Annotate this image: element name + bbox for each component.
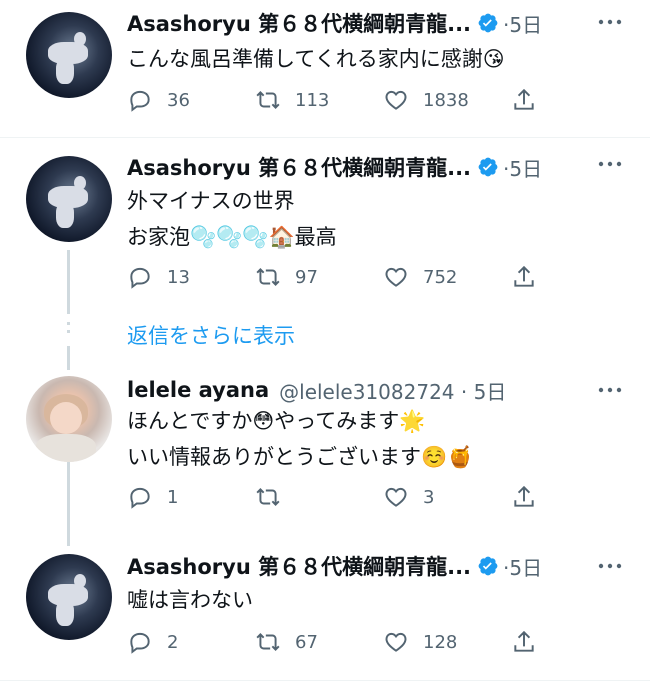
display-name[interactable]: Asashoryu 第６８代横綱朝青龍... (127, 8, 471, 38)
retweet-icon (256, 488, 280, 506)
share-button[interactable] (511, 85, 537, 115)
tweet-text: 嘘は言わない (127, 582, 253, 618)
timestamp[interactable]: ·5日 (503, 153, 542, 182)
reply-button[interactable]: 36 (127, 85, 190, 115)
share-icon (514, 485, 534, 507)
more-horizontal-icon[interactable] (596, 556, 624, 576)
tweet-header: Asashoryu 第６８代横綱朝青龍... ·5日 (127, 7, 542, 39)
show-more-replies-link[interactable]: 返信をさらに表示 (127, 320, 295, 350)
retweet-button[interactable]: 97 (255, 262, 318, 292)
retweet-button[interactable] (255, 482, 295, 512)
tweet-actions: 1 3 (127, 482, 547, 512)
avatar[interactable] (26, 156, 112, 242)
display-name[interactable]: Asashoryu 第６８代横綱朝青龍... (127, 551, 471, 581)
reply-count: 36 (167, 89, 190, 111)
share-icon (514, 630, 534, 652)
tweet-header: lelele ayana @lelele31082724 · 5日 (127, 374, 506, 406)
tweet-header: Asashoryu 第６８代横綱朝青龍... ·5日 (127, 550, 542, 582)
share-button[interactable] (511, 262, 537, 292)
retweet-icon (256, 268, 280, 286)
heart-icon (385, 90, 407, 110)
tweet-text: ほんとですか😳やってみます🌟 いい情報ありがとうございます☺️🍯 (127, 403, 473, 475)
tweet-header: Asashoryu 第６８代横綱朝青龍... ·5日 (127, 151, 542, 183)
tweet-text: 外マイナスの世界 お家泡🫧🫧🫧🏠最高 (127, 183, 337, 255)
tweet-line: いい情報ありがとうございます☺️🍯 (127, 445, 474, 469)
more-horizontal-icon[interactable] (596, 154, 624, 174)
verified-badge-icon (478, 13, 498, 33)
share-button[interactable] (511, 482, 537, 512)
like-button[interactable]: 128 (383, 627, 457, 657)
reply-icon (130, 90, 150, 112)
display-name[interactable]: Asashoryu 第６８代横綱朝青龍... (127, 152, 471, 182)
tweet[interactable]: Asashoryu 第６８代横綱朝青龍... ·5日 嘘は言わない 2 67 1… (0, 546, 650, 676)
like-count: 3 (423, 486, 435, 508)
retweet-count: 113 (295, 89, 330, 111)
tweet-divider (0, 680, 650, 681)
tweet-line: ほんとですか😳やってみます🌟 (127, 409, 426, 433)
retweet-count: 97 (295, 266, 318, 288)
more-horizontal-icon[interactable] (596, 380, 624, 400)
reply-button[interactable]: 1 (127, 482, 178, 512)
retweet-button[interactable]: 113 (255, 85, 329, 115)
reply-icon (130, 487, 150, 509)
tweet-line: お家泡🫧🫧🫧🏠最高 (127, 225, 337, 249)
retweet-button[interactable]: 67 (255, 627, 318, 657)
avatar[interactable] (26, 554, 112, 640)
tweet[interactable]: Asashoryu 第６８代横綱朝青龍... ·5日 外マイナスの世界 お家泡🫧… (0, 138, 650, 298)
tweet-actions: 2 67 128 (127, 627, 547, 657)
retweet-icon (256, 633, 280, 651)
verified-badge-icon (478, 157, 498, 177)
thread-line (67, 250, 70, 314)
share-icon (514, 88, 534, 110)
tweet-line: 嘘は言わない (127, 588, 253, 612)
thread-dots (67, 322, 70, 338)
reply-count: 1 (167, 486, 179, 508)
handle-and-timestamp[interactable]: @lelele31082724 · 5日 (279, 376, 506, 405)
like-button[interactable]: 752 (383, 262, 457, 292)
tweet-line: 外マイナスの世界 (127, 189, 295, 213)
more-horizontal-icon[interactable] (596, 12, 624, 32)
avatar[interactable] (26, 376, 112, 462)
timestamp[interactable]: ·5日 (503, 552, 542, 581)
like-count: 752 (423, 266, 458, 288)
reply-icon (130, 632, 150, 654)
reply-count: 13 (167, 266, 190, 288)
tweet[interactable]: Asashoryu 第６８代横綱朝青龍... ·5日 こんな風呂準備してくれる家… (0, 0, 650, 136)
thread-line (67, 346, 70, 370)
retweet-count: 67 (295, 631, 318, 653)
like-button[interactable]: 3 (383, 482, 434, 512)
heart-icon (385, 267, 407, 287)
reply-icon (130, 267, 150, 289)
tweet-actions: 36 113 1838 (127, 85, 547, 115)
heart-icon (385, 487, 407, 507)
display-name[interactable]: lelele ayana (127, 378, 269, 402)
verified-badge-icon (478, 556, 498, 576)
tweet-line: こんな風呂準備してくれる家内に感謝😘 (127, 47, 505, 71)
thread-line (67, 462, 70, 546)
reply-button[interactable]: 13 (127, 262, 190, 292)
like-count: 128 (423, 631, 458, 653)
reply-button[interactable]: 2 (127, 627, 178, 657)
timestamp[interactable]: ·5日 (503, 9, 542, 38)
avatar-shoulders (36, 434, 96, 462)
avatar-face (50, 402, 82, 434)
share-icon (514, 265, 534, 287)
tweet[interactable]: lelele ayana @lelele31082724 · 5日 ほんとですか… (0, 370, 650, 540)
share-button[interactable] (511, 627, 537, 657)
retweet-icon (256, 91, 280, 109)
tweet-actions: 13 97 752 (127, 262, 547, 292)
reply-count: 2 (167, 631, 179, 653)
like-count: 1838 (423, 89, 469, 111)
tweet-text: こんな風呂準備してくれる家内に感謝😘 (127, 41, 505, 77)
like-button[interactable]: 1838 (383, 85, 469, 115)
avatar[interactable] (26, 12, 112, 98)
heart-icon (385, 632, 407, 652)
